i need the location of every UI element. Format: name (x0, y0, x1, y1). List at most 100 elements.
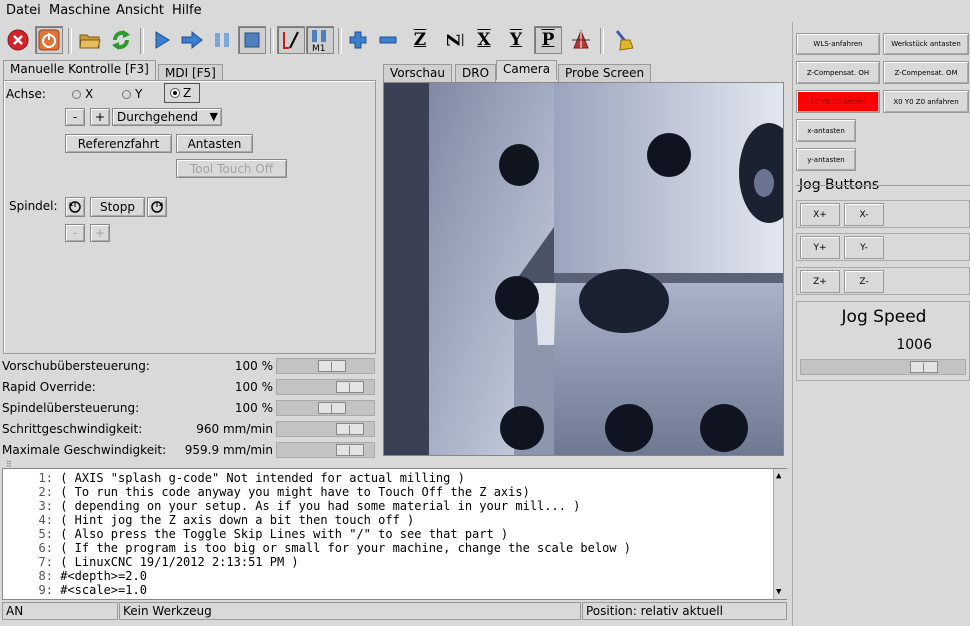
gcode-line-number: 4: (38, 513, 53, 527)
set-zero-button[interactable]: X0 Y0 Z0 setzen (796, 90, 880, 113)
tab-dro[interactable]: DRO (455, 64, 497, 82)
tab-manual[interactable]: Manuelle Kontrolle [F3] (3, 60, 156, 80)
menu-maschine[interactable]: Maschine (49, 3, 110, 18)
estop-icon[interactable] (4, 26, 32, 54)
spindle-slower-button[interactable]: - (65, 224, 85, 242)
jog-group-border (796, 185, 970, 186)
override-slider[interactable] (276, 358, 375, 374)
gcode-line: 7: ( LinuxCNC 19/1/2012 2:13:51 PM ) (3, 555, 299, 569)
radio-dot-icon (122, 89, 131, 99)
gcode-line-text: ( If the program is too big or small for… (60, 541, 631, 555)
gcode-line: 9: #<scale>=1.0 (3, 583, 147, 597)
clear-plot-icon[interactable] (610, 26, 638, 54)
view-rotated-z-icon[interactable]: Z (438, 26, 466, 54)
override-slider[interactable] (276, 442, 375, 458)
status-tool: Kein Werkzeug (119, 602, 581, 620)
x-antasten-button[interactable]: x-antasten (796, 119, 856, 142)
jog-speed-slider[interactable] (800, 359, 966, 375)
jog-speed-value: 1006 (896, 337, 932, 353)
gcode-line-text: ( Hint jog the Z axis down a bit then to… (60, 513, 415, 527)
override-value: 100 % (234, 380, 273, 394)
jog-x-minus-button[interactable]: X- (844, 203, 884, 226)
gcode-line-number: 7: (38, 555, 53, 569)
view-p-icon[interactable]: P (534, 26, 562, 54)
zoom-out-icon[interactable] (374, 26, 402, 54)
override-slider[interactable] (276, 421, 375, 437)
jog-z-minus-button[interactable]: Z- (844, 270, 884, 293)
z-compensat-om-button[interactable]: Z-Compensat. OM (883, 61, 969, 84)
touch-off-button[interactable]: Antasten (176, 134, 253, 153)
menu-datei[interactable]: Datei (6, 3, 41, 18)
jog-mode-select[interactable]: Durchgehend ▼ (112, 108, 222, 126)
override-slider-thumb[interactable] (336, 381, 364, 393)
menu-ansicht[interactable]: Ansicht (116, 3, 164, 18)
right-panel: WLS-anfahren Werkstück antasten Z-Compen… (792, 22, 970, 626)
radio-axis-z[interactable]: Z (164, 83, 201, 103)
skip-lines-icon[interactable] (277, 26, 305, 54)
jog-y-plus-button[interactable]: Y+ (800, 236, 840, 259)
reload-icon[interactable] (107, 26, 135, 54)
scroll-down-icon[interactable]: ▼ (776, 587, 781, 597)
gcode-text-area[interactable]: 1: ( AXIS "splash g-code" Not intended f… (2, 468, 787, 600)
spindle-ccw-icon[interactable] (65, 197, 85, 217)
jog-plus-button[interactable]: + (90, 108, 110, 126)
home-button[interactable]: Referenzfahrt (65, 134, 172, 153)
override-slider-thumb[interactable] (336, 423, 364, 435)
zoom-in-icon[interactable] (344, 26, 372, 54)
gcode-line-text: ( To run this code anyway you might have… (60, 485, 530, 499)
run-icon[interactable] (148, 26, 176, 54)
radio-axis-x[interactable]: X (72, 87, 93, 101)
tab-probe-screen[interactable]: Probe Screen (558, 64, 652, 82)
stop-icon[interactable] (238, 26, 266, 54)
override-slider-thumb[interactable] (336, 444, 364, 456)
override-slider-thumb[interactable] (318, 402, 346, 414)
pause-icon[interactable] (208, 26, 236, 54)
toolbar-separator (338, 28, 342, 54)
gcode-line-number: 9: (38, 583, 53, 597)
spindle-cw-icon[interactable] (147, 197, 167, 217)
override-slider[interactable] (276, 379, 375, 395)
y-antasten-button[interactable]: y-antasten (796, 148, 856, 171)
spindle-stop-button[interactable]: Stopp (90, 197, 145, 217)
gcode-line: 3: ( depending on your setup. As if you … (3, 499, 581, 513)
override-label: Schrittgeschwindigkeit: (2, 422, 143, 436)
jog-y-minus-button[interactable]: Y- (844, 236, 884, 259)
jog-row-y: Y+ Y- (796, 233, 970, 261)
gcode-line: 6: ( If the program is too big or small … (3, 541, 631, 555)
step-icon[interactable] (178, 26, 206, 54)
power-icon[interactable] (35, 26, 63, 54)
jog-x-plus-button[interactable]: X+ (800, 203, 840, 226)
spindle-faster-button[interactable]: + (90, 224, 110, 242)
open-file-icon[interactable] (76, 26, 104, 54)
override-label: Vorschubübersteuerung: (2, 359, 150, 373)
jog-minus-button[interactable]: - (65, 108, 85, 126)
tab-preview[interactable]: Vorschau (383, 64, 452, 82)
goto-zero-button[interactable]: X0 Y0 Z0 anfahren (883, 90, 969, 113)
gcode-line: 8: #<depth>=2.0 (3, 569, 147, 583)
toggle-view-icon[interactable] (567, 26, 595, 54)
radio-axis-y[interactable]: Y (122, 87, 142, 101)
dropdown-arrow-icon: ▼ (209, 110, 218, 123)
jog-speed-slider-thumb[interactable] (910, 361, 938, 373)
view-z-icon[interactable]: Z (406, 26, 434, 54)
werkstueck-antasten-button[interactable]: Werkstück antasten (883, 33, 969, 55)
optional-stop-icon[interactable]: M1 (306, 26, 334, 54)
gcode-line-number: 1: (38, 471, 53, 485)
gcode-line-number: 3: (38, 499, 53, 513)
z-compensat-oh-button[interactable]: Z-Compensat. OH (796, 61, 880, 84)
override-label: Maximale Geschwindigkeit: (2, 443, 167, 457)
gcode-scrollbar[interactable]: ▲ ▼ (773, 469, 787, 599)
toolbar-separator (68, 28, 72, 54)
scroll-up-icon[interactable]: ▲ (776, 471, 781, 481)
gcode-line-number: 2: (38, 485, 53, 499)
view-y-icon[interactable]: Y (502, 26, 530, 54)
override-slider[interactable] (276, 400, 375, 416)
tool-touch-off-button[interactable]: Tool Touch Off (176, 159, 287, 178)
jog-z-plus-button[interactable]: Z+ (800, 270, 840, 293)
menu-hilfe[interactable]: Hilfe (172, 3, 202, 18)
override-slider-thumb[interactable] (318, 360, 346, 372)
tab-camera[interactable]: Camera (496, 60, 558, 80)
wls-anfahren-button[interactable]: WLS-anfahren (796, 33, 880, 55)
view-x-icon[interactable]: X (470, 26, 498, 54)
m1-label: M1 (312, 44, 326, 52)
